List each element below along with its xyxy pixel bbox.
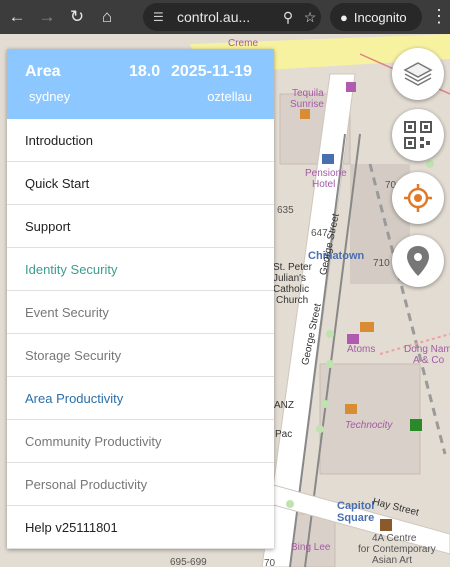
map-label-635: 635 [277,205,294,216]
map-label-tequila: Tequila [292,88,324,99]
reload-icon[interactable]: ↻ [64,4,90,30]
map-label-church: Church [276,295,309,306]
incognito-icon: ● [340,9,348,25]
url-text[interactable]: control.au... [177,9,277,25]
menu-list: Introduction Quick Start Support Identit… [7,119,274,549]
menu-icon[interactable]: ⋮ [430,6,448,27]
map-label-square: Square [337,512,375,524]
menu-item-community-productivity[interactable]: Community Productivity [7,420,274,463]
panel-version: 18.0 [129,63,161,80]
map-label-st-peter: St. Peter [273,262,312,273]
map-label-pac: Pac [275,429,293,440]
menu-item-introduction[interactable]: Introduction [7,119,274,162]
home-icon[interactable]: ⌂ [94,4,120,30]
qr-code-button[interactable] [392,109,444,161]
menu-panel: Area 18.0 2025-11-19 sydney oztellau Int… [7,49,274,549]
map-label-695-699: 695-699 [170,557,207,567]
map-label-centre-1: 4A Centre [372,533,417,544]
menu-item-event-security[interactable]: Event Security [7,291,274,334]
site-info-icon[interactable]: ☰ [153,10,171,24]
address-bar[interactable]: ☰ control.au... ⚲ ☆ [143,3,321,31]
map-label-centre-2: for Contemporary [358,544,436,555]
menu-item-quick-start[interactable]: Quick Start [7,162,274,205]
panel-title: Area [25,63,61,80]
forward-icon[interactable]: → [34,4,60,30]
layers-icon [403,62,433,86]
map-label-70b: 70 [264,558,276,567]
map-label-a-co: A & Co [413,355,445,366]
map-label-710: 710 [373,258,390,269]
map-label-catholic: Catholic [273,284,310,295]
incognito-label: Incognito [353,9,407,25]
map-label-chinatown: Chinatown [308,250,365,262]
star-icon[interactable]: ☆ [299,9,321,26]
layers-button[interactable] [392,48,444,100]
map-label-hotel: Hotel [312,179,336,190]
menu-item-storage-security[interactable]: Storage Security [7,334,274,377]
map-label-anz: ANZ [274,400,294,411]
location-icon[interactable]: ⚲ [277,9,299,26]
pin-button[interactable] [392,235,444,287]
map-label-julians: Julian's [273,273,307,284]
map-label-dong-nam: Dong Nam [404,344,450,355]
menu-item-identity-security[interactable]: Identity Security [7,248,274,291]
panel-user: oztellau [207,89,252,104]
map-label-sunrise: Sunrise [290,99,324,110]
map-label-atoms: Atoms [347,344,376,355]
qr-code-icon [404,121,432,149]
back-icon[interactable]: ← [4,4,30,30]
locate-button[interactable] [392,172,444,224]
panel-date: 2025-11-19 [171,63,252,80]
map-label-centre-3: Asian Art [372,555,413,566]
map-label-bing-lee: Bing Lee [291,542,331,553]
panel-location: sydney [29,89,71,104]
map-label-pensione: Pensione [305,168,347,179]
map-label-capitol: Capitol [337,500,375,512]
menu-item-personal-productivity[interactable]: Personal Productivity [7,463,274,506]
panel-header: Area 18.0 2025-11-19 sydney oztellau [7,49,274,119]
map-label-technocity: Technocity [345,420,393,431]
map-label-creme: Creme [228,38,259,49]
map-pin-icon [407,246,429,276]
menu-item-help[interactable]: Help v25111801 [7,506,274,549]
incognito-badge[interactable]: ● Incognito [330,3,422,31]
menu-item-support[interactable]: Support [7,205,274,248]
menu-item-area-productivity[interactable]: Area Productivity [7,377,274,420]
locate-icon [404,184,432,212]
